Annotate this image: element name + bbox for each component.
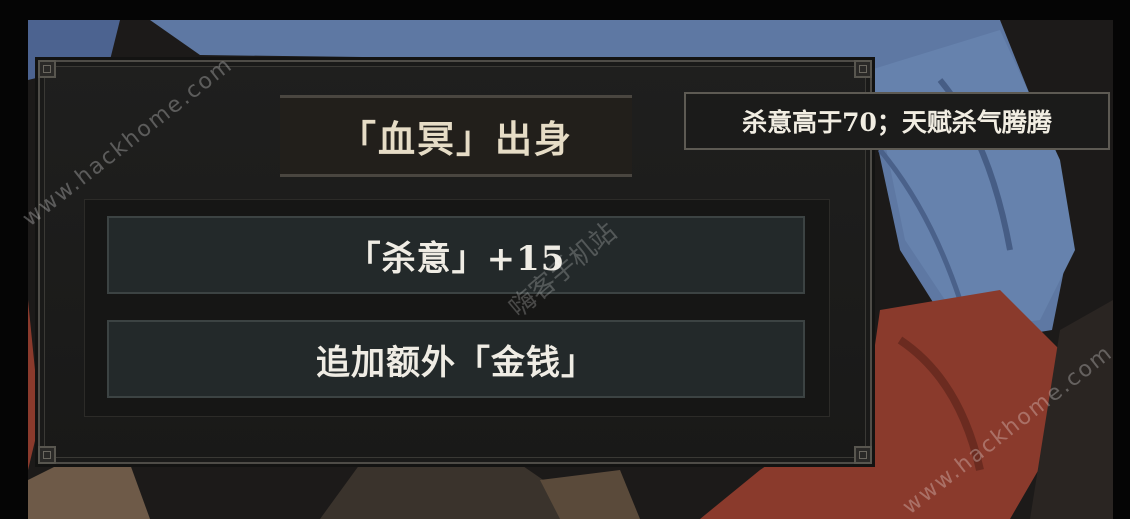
tooltip-text: 杀意高于70；天赋杀气腾腾 (742, 108, 1052, 137)
requirement-tooltip: 杀意高于70；天赋杀气腾腾 (684, 92, 1110, 150)
option-kill-intent-button[interactable]: 「杀意」+15 (107, 216, 805, 294)
corner-ornament (854, 446, 872, 464)
dialog-title-plate: 「血冥」出身 (280, 95, 632, 177)
corner-ornament (38, 446, 56, 464)
corner-ornament (854, 60, 872, 78)
option-extra-money-button[interactable]: 追加额外「金钱」 (107, 320, 805, 398)
dialog-title: 「血冥」出身 (339, 117, 573, 161)
game-scene: 「血冥」出身 「杀意」+15 追加额外「金钱」 杀意高于70；天赋杀气腾腾 ww… (0, 0, 1130, 519)
option-label: 追加额外「金钱」 (316, 342, 596, 383)
corner-ornament (38, 60, 56, 78)
options-area: 「杀意」+15 追加额外「金钱」 (84, 199, 830, 417)
